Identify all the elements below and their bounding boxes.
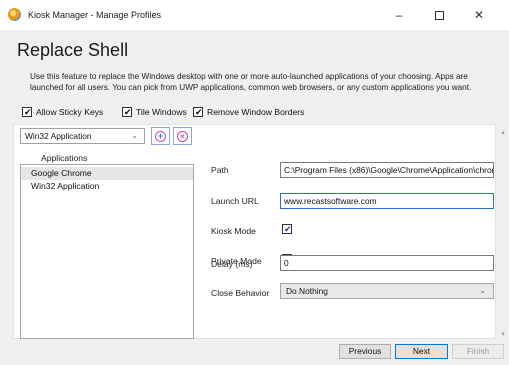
chevron-down-icon: ⌄ — [131, 131, 138, 140]
delay-label: Delay (ms) — [211, 259, 253, 269]
allow-sticky-keys-checkbox[interactable]: Allow Sticky Keys — [22, 106, 103, 118]
add-application-button[interactable]: + — [151, 127, 170, 145]
allow-sticky-keys-label: Allow Sticky Keys — [36, 107, 104, 117]
remove-window-borders-checkbox[interactable]: Remove Window Borders — [193, 106, 304, 118]
close-behavior-dropdown[interactable]: Do Nothing ⌄ — [280, 283, 494, 299]
finish-button[interactable]: Finish — [452, 344, 504, 359]
remove-window-borders-label: Remove Window Borders — [207, 107, 305, 117]
kiosk-mode-label: Kiosk Mode — [211, 226, 256, 236]
checkbox-icon — [22, 106, 32, 118]
page-description: Use this feature to replace the Windows … — [30, 72, 472, 92]
vertical-scrollbar[interactable] — [499, 130, 505, 340]
checkbox-icon — [122, 106, 132, 118]
maximize-icon — [434, 11, 444, 21]
chevron-down-icon: ⌄ — [479, 286, 486, 295]
list-item[interactable]: Google Chrome — [21, 167, 193, 180]
tile-windows-checkbox[interactable]: Tile Windows — [122, 106, 187, 118]
close-behavior-label: Close Behavior — [211, 288, 270, 298]
close-behavior-value: Do Nothing — [286, 286, 328, 296]
close-button[interactable]: ✕ — [459, 0, 499, 30]
scroll-down-icon[interactable]: ▼ — [500, 332, 506, 338]
maximize-button[interactable] — [419, 0, 459, 30]
launch-url-input[interactable]: www.recastsoftware.com — [280, 193, 494, 209]
app-type-value: Win32 Application — [25, 131, 92, 141]
path-input[interactable]: C:\Program Files (x86)\Google\Chrome\App… — [280, 162, 494, 178]
title-bar: Kiosk Manager - Manage Profiles – ✕ — [0, 0, 509, 30]
path-label: Path — [211, 165, 229, 175]
applications-list[interactable]: Google Chrome Win32 Application — [20, 164, 194, 339]
list-item[interactable]: Win32 Application — [21, 180, 193, 193]
kiosk-mode-checkbox[interactable] — [282, 223, 292, 235]
previous-button[interactable]: Previous — [339, 344, 391, 359]
tile-windows-label: Tile Windows — [136, 107, 187, 117]
launch-url-label: Launch URL — [211, 196, 259, 206]
scroll-up-icon[interactable]: ▲ — [500, 130, 506, 136]
checkbox-icon — [193, 106, 203, 118]
delay-input[interactable]: 0 — [280, 255, 494, 271]
app-type-dropdown[interactable]: Win32 Application ⌄ — [20, 128, 145, 144]
page-title: Replace Shell — [17, 40, 129, 60]
minimize-button[interactable]: – — [379, 0, 419, 30]
window-title: Kiosk Manager - Manage Profiles — [28, 10, 162, 20]
applications-label: Applications — [41, 153, 88, 163]
remove-application-button[interactable]: × — [173, 127, 192, 145]
app-logo-icon — [8, 8, 21, 21]
next-button[interactable]: Next — [395, 344, 448, 359]
